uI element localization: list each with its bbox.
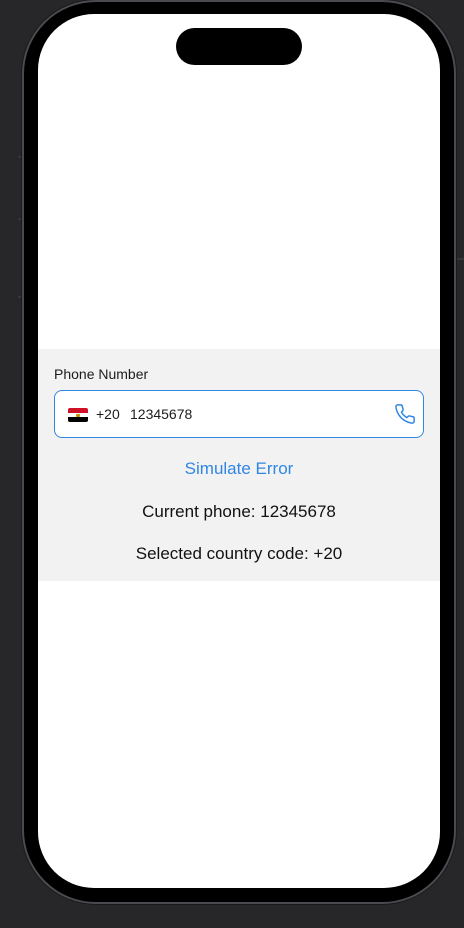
- selected-country-code-text: Selected country code: +20: [135, 544, 343, 563]
- country-code[interactable]: +20: [96, 406, 120, 422]
- current-phone-text: Current phone: 12345678: [142, 502, 336, 521]
- phone-number-field[interactable]: +20 12345678: [54, 390, 424, 438]
- egypt-flag-icon[interactable]: [68, 408, 88, 422]
- phone-icon[interactable]: [394, 403, 416, 425]
- phone-form-panel: Phone Number +20 12345678 Simulate Error…: [38, 349, 440, 581]
- simulate-error-button[interactable]: Simulate Error: [38, 459, 440, 479]
- phone-number-label: Phone Number: [54, 366, 149, 382]
- dynamic-island: [176, 28, 302, 65]
- backdrop-divider: [456, 258, 464, 260]
- phone-number-input[interactable]: 12345678: [130, 406, 192, 422]
- device-screen: Phone Number +20 12345678 Simulate Error…: [38, 14, 440, 888]
